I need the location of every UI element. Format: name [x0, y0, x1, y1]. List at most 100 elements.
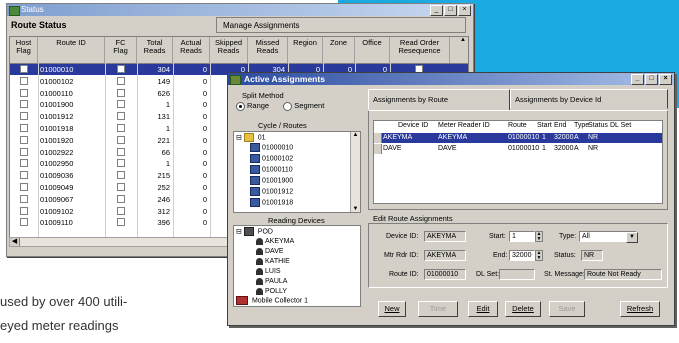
new-button[interactable]: New [378, 301, 406, 317]
fc-flag-checkbox[interactable] [117, 206, 125, 215]
tree-node-device[interactable]: KATHIE [256, 257, 290, 266]
segment-radio[interactable] [283, 101, 293, 111]
close-button[interactable]: × [458, 5, 471, 16]
tree-node-device[interactable]: DAVE [256, 247, 284, 256]
host-flag-checkbox[interactable] [20, 124, 28, 132]
tree-scrollbar[interactable]: ▲ ▼ [350, 132, 360, 212]
column-header[interactable]: Region [288, 37, 323, 63]
column-header[interactable]: Host Flag [10, 37, 38, 63]
tree-node-mobile-collector[interactable]: Mobile Collector 1 [236, 296, 308, 305]
host-flag-checkbox[interactable] [20, 218, 28, 227]
column-header[interactable]: Zone [323, 37, 355, 63]
tab-assignments-by-route[interactable]: Assignments by Route [368, 89, 510, 111]
reading-devices-tree[interactable]: ⊟ POD AKEYMA DAVE KATHIE LUIS PAULA POLLY Mob… [233, 225, 361, 307]
column-header[interactable]: FC Flag [105, 37, 137, 63]
tree-node-route[interactable]: 01001900 [250, 176, 293, 185]
dl-set-field[interactable] [499, 269, 535, 280]
maximize-button[interactable]: □ [645, 74, 658, 85]
fc-flag-checkbox[interactable] [117, 147, 125, 156]
host-flag-checkbox[interactable] [20, 135, 28, 144]
tree-node-route[interactable]: 01000110 [250, 165, 293, 174]
start-spinner[interactable]: ▲ ▼ [535, 231, 543, 242]
host-flag-checkbox[interactable] [20, 76, 28, 85]
scroll-left-icon[interactable]: ◀ [10, 238, 20, 246]
tree-node-device[interactable]: AKEYMA [256, 237, 294, 246]
maximize-button[interactable]: □ [444, 5, 457, 16]
column-header[interactable]: Office [355, 37, 390, 63]
cell-total: 246 [157, 194, 170, 204]
device-id-field[interactable]: AKEYMA [424, 231, 466, 242]
edit-button[interactable]: Edit [468, 301, 498, 317]
tab-assignments-by-device[interactable]: Assignments by Device Id [510, 89, 668, 109]
assign-column-header[interactable]: DL Set [610, 121, 631, 131]
start-field[interactable]: 1 [509, 231, 535, 242]
assign-column-header[interactable]: Start [537, 121, 552, 131]
tree-node-route[interactable]: 01000102 [250, 154, 293, 163]
minimize-button[interactable]: _ [430, 5, 443, 16]
status-label: Status: [554, 252, 576, 259]
route-id-field[interactable]: 01000010 [424, 269, 466, 280]
fc-flag-checkbox[interactable] [117, 135, 125, 144]
save-button[interactable]: Save [549, 301, 585, 317]
route-label: 01000110 [262, 166, 293, 174]
host-flag-checkbox[interactable] [20, 112, 28, 121]
range-radio[interactable] [236, 101, 245, 111]
mtr-rdr-id-field[interactable]: AKEYMA [424, 250, 466, 261]
host-flag-checkbox[interactable] [20, 159, 28, 168]
fc-flag-checkbox[interactable] [117, 194, 125, 203]
assign-column-header[interactable]: Route [508, 121, 527, 131]
assignment-row[interactable]: DAVE DAVE 01000010 1 32000 A NR [374, 144, 662, 154]
column-header[interactable]: Read Order Resequence [390, 37, 450, 63]
end-field[interactable]: 32000 [509, 250, 535, 261]
scroll-up-icon[interactable]: ▲ [460, 37, 468, 63]
host-flag-checkbox[interactable] [20, 100, 28, 109]
tree-node-root[interactable]: ⊟ 01 [236, 133, 266, 142]
tree-node-device[interactable]: LUIS [256, 267, 281, 276]
tree-node-route[interactable]: 01000010 [250, 143, 293, 152]
column-header[interactable]: Total Reads [137, 37, 173, 63]
fc-flag-checkbox[interactable] [117, 183, 125, 191]
host-flag-checkbox[interactable] [20, 147, 28, 156]
fc-flag-checkbox[interactable] [117, 159, 125, 168]
column-header[interactable]: Route ID [38, 37, 105, 63]
tab-manage-assignments[interactable]: Manage Assignments [216, 17, 466, 33]
fc-flag-checkbox[interactable] [117, 112, 125, 121]
fc-flag-checkbox[interactable] [117, 65, 125, 73]
fc-flag-checkbox[interactable] [117, 100, 125, 109]
chevron-down-icon[interactable]: ▼ [626, 232, 638, 243]
fc-flag-checkbox[interactable] [117, 171, 125, 180]
host-flag-checkbox[interactable] [20, 171, 28, 180]
fc-flag-checkbox[interactable] [117, 76, 125, 85]
host-flag-checkbox[interactable] [20, 206, 28, 215]
grid-line [210, 63, 211, 237]
column-header[interactable]: Actual Reads [173, 37, 210, 63]
tree-node-device[interactable]: PAULA [256, 277, 287, 286]
tree-node-route[interactable]: 01001918 [250, 198, 293, 207]
host-flag-checkbox[interactable] [20, 183, 28, 191]
column-header[interactable]: Skipped Reads [210, 37, 248, 63]
fc-flag-checkbox[interactable] [117, 218, 125, 227]
assign-column-header[interactable]: Status [588, 121, 608, 131]
host-flag-checkbox[interactable] [20, 88, 28, 97]
cycle-routes-tree[interactable]: ⊟ 01 01000010 01000102 01000110 01001900 010… [233, 131, 361, 213]
cell-total: 66 [161, 147, 170, 157]
assign-column-header[interactable]: Meter Reader ID [438, 121, 490, 131]
assign-column-header[interactable]: End [554, 121, 566, 131]
fc-flag-checkbox[interactable] [117, 88, 125, 97]
tree-node-route[interactable]: 01001912 [250, 187, 293, 196]
column-header[interactable]: Missed Reads [248, 37, 288, 63]
minimize-button[interactable]: _ [631, 74, 644, 85]
tree-node-pod[interactable]: ⊟ POD [236, 227, 273, 236]
refresh-button[interactable]: Refresh [620, 301, 660, 317]
end-spinner[interactable]: ▲ ▼ [535, 250, 543, 261]
assign-column-header[interactable]: Device ID [398, 121, 428, 131]
assign-column-header[interactable]: Type [574, 121, 589, 131]
host-flag-checkbox[interactable] [20, 194, 28, 203]
time-button[interactable]: Time [418, 301, 458, 317]
host-flag-checkbox[interactable] [20, 65, 28, 73]
delete-button[interactable]: Delete [505, 301, 541, 317]
tree-node-device[interactable]: POLLY [256, 287, 287, 296]
close-button[interactable]: × [659, 74, 672, 85]
fc-flag-checkbox[interactable] [117, 124, 125, 132]
assignment-row[interactable]: AKEYMA AKEYMA 01000010 1 32000 A NR [374, 133, 662, 143]
